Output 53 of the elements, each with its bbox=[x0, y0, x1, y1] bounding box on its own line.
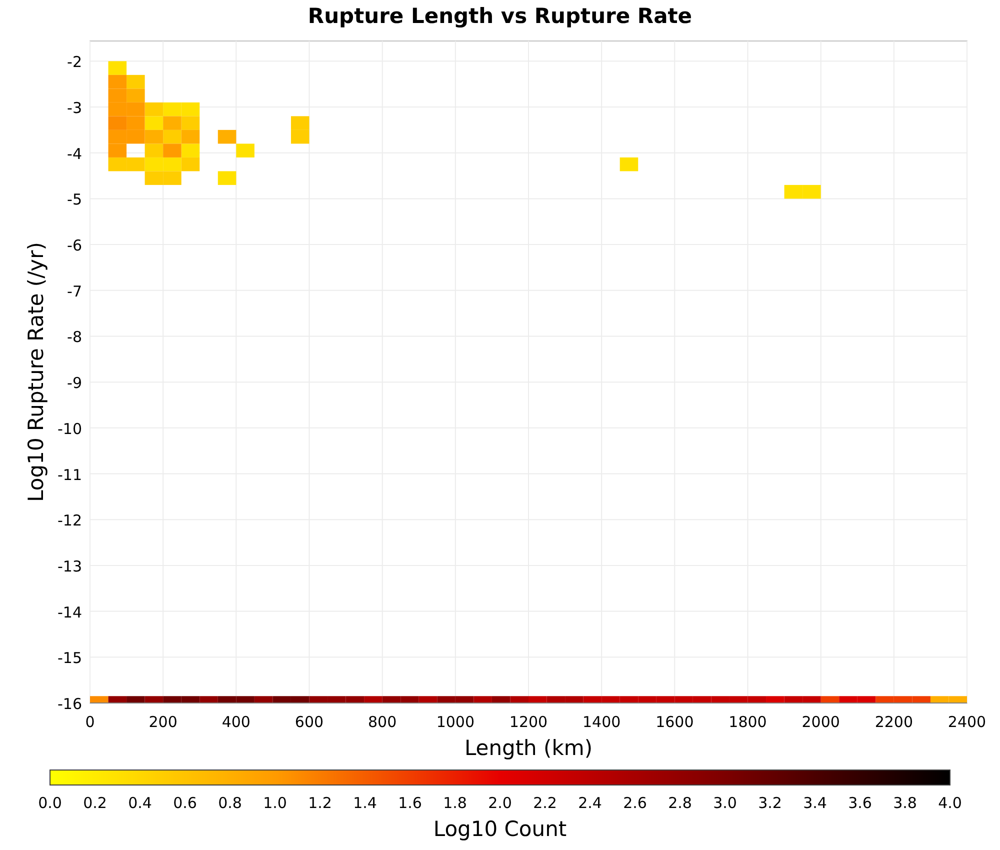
colorbar-tick-label: 1.2 bbox=[308, 794, 332, 812]
colorbar-tick-label: 1.4 bbox=[353, 794, 377, 812]
y-axis-label: Log10 Rupture Rate (/yr) bbox=[24, 242, 48, 502]
colorbar-tick-label: 0.0 bbox=[38, 794, 62, 812]
x-tick-label: 2200 bbox=[874, 713, 913, 731]
colorbar-tick-label: 1.6 bbox=[398, 794, 422, 812]
y-tick-label: -16 bbox=[58, 695, 82, 713]
colorbar-tick-label: 1.0 bbox=[263, 794, 287, 812]
y-tick-label: -4 bbox=[67, 144, 82, 163]
colorbar-tick-label: 3.2 bbox=[758, 794, 782, 812]
y-tick-label: -13 bbox=[58, 557, 82, 576]
x-tick-label: 1200 bbox=[509, 713, 548, 731]
x-tick-label: 1400 bbox=[582, 713, 621, 731]
colorbar-tick-label: 3.8 bbox=[893, 794, 917, 812]
chart-title: Rupture Length vs Rupture Rate bbox=[308, 4, 692, 28]
x-tick-label: 400 bbox=[222, 713, 250, 731]
x-tick-label: 1600 bbox=[656, 713, 694, 731]
y-tick-label: -6 bbox=[67, 236, 82, 255]
colorbar-tick-label: 1.8 bbox=[443, 794, 467, 812]
colorbar-label: Log10 Count bbox=[433, 817, 567, 841]
y-tick-label: -12 bbox=[58, 512, 82, 530]
colorbar-tick-label: 0.6 bbox=[173, 794, 197, 812]
colorbar-tick-label: 2.6 bbox=[623, 794, 647, 812]
colorbar-tick-label: 2.0 bbox=[488, 794, 512, 812]
y-tick-label: -2 bbox=[67, 53, 82, 72]
y-tick-label: -14 bbox=[58, 603, 82, 622]
colorbar-tick-label: 2.4 bbox=[578, 794, 602, 812]
colorbar-tick-label: 2.8 bbox=[668, 794, 692, 812]
y-tick-label: -5 bbox=[67, 190, 82, 209]
x-tick-label: 2000 bbox=[802, 713, 840, 731]
y-tick-label: -15 bbox=[58, 649, 82, 668]
colorbar-tick-label: 4.0 bbox=[938, 794, 962, 812]
y-tick-label: -3 bbox=[67, 99, 82, 118]
colorbar-tick-label: 0.8 bbox=[218, 794, 242, 812]
x-axis-label: Length (km) bbox=[464, 736, 593, 760]
x-tick-label: 1000 bbox=[436, 713, 474, 731]
x-tick-label: 2400 bbox=[948, 713, 986, 731]
x-tick-label: 200 bbox=[148, 713, 178, 731]
y-tick-label: -8 bbox=[67, 328, 82, 346]
colorbar-tick-label: 3.0 bbox=[713, 794, 737, 812]
colorbar-tick-label: 2.2 bbox=[533, 794, 557, 812]
colorbar-tick-label: 3.4 bbox=[803, 794, 827, 812]
x-tick-label: 800 bbox=[368, 713, 397, 731]
y-tick-label: -10 bbox=[58, 420, 82, 438]
y-tick-label: -7 bbox=[67, 282, 82, 300]
x-tick-label: 1800 bbox=[728, 713, 767, 731]
colorbar-tick-label: 0.4 bbox=[128, 794, 152, 812]
x-tick-label: 600 bbox=[294, 713, 324, 731]
y-tick-label: -9 bbox=[67, 374, 82, 392]
y-tick-label: -11 bbox=[58, 466, 82, 484]
colorbar-tick-label: 3.6 bbox=[848, 794, 872, 812]
colorbar-tick-label: 0.2 bbox=[83, 794, 107, 812]
x-tick-label: 0 bbox=[85, 713, 95, 731]
